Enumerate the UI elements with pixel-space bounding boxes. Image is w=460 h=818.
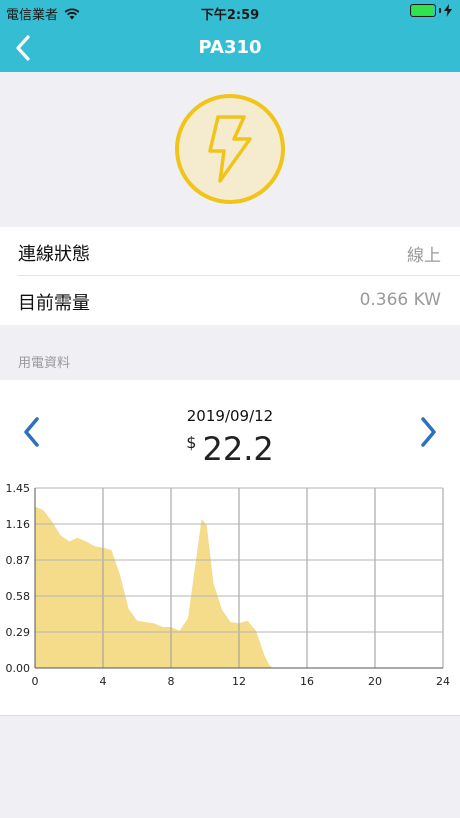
current-demand-row: 目前需量 0.366 KW — [0, 276, 460, 325]
x-tick-label: 0 — [32, 675, 39, 688]
connection-status-value: 線上 — [407, 246, 441, 266]
nav-bar: PA310 — [0, 24, 460, 72]
section-title: 用電資料 — [18, 356, 71, 371]
device-hero — [0, 72, 460, 227]
y-tick-label: 0.58 — [6, 590, 31, 603]
lightning-bolt-icon — [175, 94, 285, 204]
x-tick-label: 24 — [436, 675, 450, 688]
info-list: 連線狀態 線上 目前需量 0.366 KW — [0, 227, 460, 325]
next-day-chevron-icon[interactable] — [414, 414, 442, 450]
usage-chart: 0.00 0.29 0.58 0.87 1.16 1.45 0 4 8 12 16 20 24 — [6, 482, 451, 688]
x-tick-label: 4 — [100, 675, 107, 688]
y-tick-label: 0.00 — [6, 662, 31, 675]
status-bar: 電信業者 下午2:59 — [0, 0, 460, 24]
page-title: PA310 — [198, 37, 262, 58]
amount-value: 22.2 — [202, 430, 274, 468]
battery-tip — [439, 8, 441, 13]
x-tick-label: 20 — [368, 675, 382, 688]
y-tick-label: 1.45 — [6, 482, 31, 495]
usage-card: 2019/09/12 $22.2 0.00 0.29 0.58 0.87 1.16 1.4… — [0, 380, 460, 716]
connection-status-label: 連線狀態 — [18, 244, 90, 265]
y-tick-label: 0.87 — [6, 554, 31, 567]
usage-area-series — [35, 506, 273, 668]
connection-status-row: 連線狀態 線上 — [0, 227, 460, 276]
currency-symbol: $ — [186, 433, 197, 452]
status-time: 下午2:59 — [200, 8, 260, 23]
usage-date: 2019/09/12 — [186, 407, 274, 425]
current-demand-label: 目前需量 — [18, 293, 90, 314]
y-tick-label: 0.29 — [6, 626, 31, 639]
charging-bolt-icon — [444, 4, 452, 17]
usage-amount: $22.2 — [0, 430, 460, 468]
x-tick-label: 16 — [300, 675, 314, 688]
x-tick-label: 12 — [232, 675, 246, 688]
x-tick-label: 8 — [168, 675, 175, 688]
current-demand-value: 0.366 KW — [359, 290, 441, 310]
battery-icon — [410, 4, 436, 17]
y-tick-label: 1.16 — [6, 518, 31, 531]
status-right — [410, 4, 452, 17]
